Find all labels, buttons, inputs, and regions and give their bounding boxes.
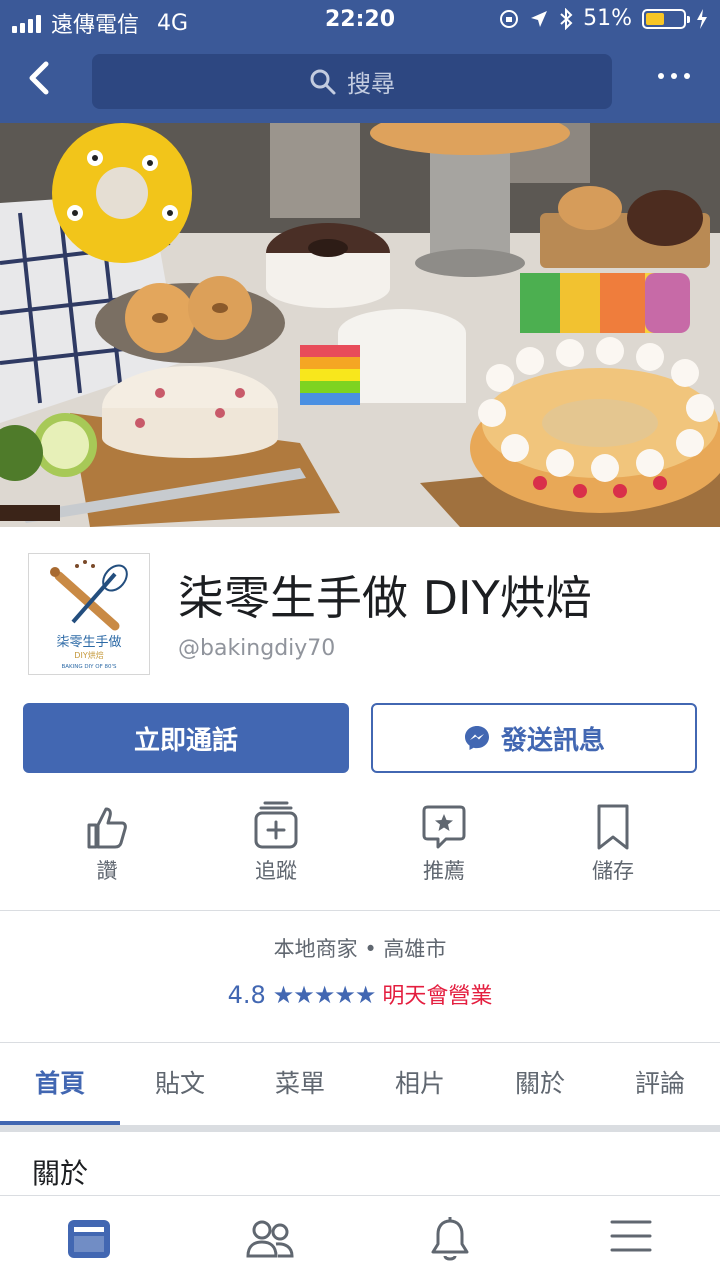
friends-icon bbox=[246, 1220, 294, 1258]
menu-tab[interactable] bbox=[603, 1216, 659, 1264]
tab-menu[interactable]: 菜單 bbox=[240, 1043, 360, 1125]
battery-percent: 51% bbox=[583, 6, 632, 31]
bookmark-icon bbox=[597, 804, 629, 850]
recommend-button[interactable]: 推薦 bbox=[384, 795, 504, 885]
page-category-location: 本地商家 • 高雄市 bbox=[0, 933, 720, 963]
category-label: 本地商家 bbox=[273, 937, 358, 961]
follow-button[interactable]: 追蹤 bbox=[216, 795, 336, 885]
send-message-label: 發送訊息 bbox=[500, 725, 605, 756]
tab-home[interactable]: 首頁 bbox=[0, 1043, 120, 1125]
cover-photo[interactable] bbox=[0, 123, 720, 527]
thumbs-up-icon bbox=[87, 807, 127, 849]
search-input[interactable]: 搜尋 bbox=[92, 54, 612, 109]
svg-text:BAKING DIY OF 80'S: BAKING DIY OF 80'S bbox=[61, 664, 117, 670]
friends-tab[interactable] bbox=[242, 1216, 298, 1264]
rating-row[interactable]: 4.8 ★★★★★ 明天會營業 bbox=[0, 978, 720, 1010]
chevron-left-icon bbox=[29, 61, 49, 95]
tab-posts[interactable]: 貼文 bbox=[120, 1043, 240, 1125]
notifications-bell-icon bbox=[431, 1217, 469, 1261]
star-rating-icon: ★★★★★ bbox=[272, 981, 377, 1009]
recommend-icon bbox=[422, 805, 466, 849]
divider bbox=[0, 910, 720, 911]
bluetooth-icon bbox=[560, 7, 573, 30]
hours-status: 明天會營業 bbox=[382, 984, 493, 1009]
rating-value: 4.8 bbox=[227, 981, 266, 1009]
location-arrow-icon bbox=[531, 10, 548, 27]
dot-separator: • bbox=[364, 937, 384, 961]
page-username: @bakingdiy70 bbox=[178, 636, 336, 661]
send-message-button[interactable]: 發送訊息 bbox=[371, 703, 697, 773]
menu-hamburger-icon bbox=[610, 1220, 652, 1252]
page-title: 柒零生手做 DIY烘焙 bbox=[178, 571, 592, 625]
news-feed-icon bbox=[68, 1220, 110, 1258]
notifications-tab[interactable] bbox=[422, 1216, 478, 1264]
save-label: 儲存 bbox=[592, 859, 634, 883]
tab-about[interactable]: 關於 bbox=[480, 1043, 600, 1125]
like-label: 讚 bbox=[96, 859, 118, 883]
orientation-lock-icon bbox=[500, 9, 519, 28]
follow-label: 追蹤 bbox=[255, 859, 297, 883]
city-label: 高雄市 bbox=[383, 937, 447, 961]
svg-text:柒零生手做: 柒零生手做 bbox=[56, 635, 121, 650]
top-navigation-bar: 搜尋 bbox=[0, 40, 720, 123]
bakery-logo: 柒零生手做 DIY烘焙 BAKING DIY OF 80'S bbox=[50, 560, 128, 670]
recommend-label: 推薦 bbox=[423, 859, 465, 883]
call-now-button[interactable]: 立即通話 bbox=[23, 703, 349, 773]
back-button[interactable] bbox=[18, 56, 62, 100]
follow-icon bbox=[254, 801, 298, 849]
news-feed-tab[interactable] bbox=[61, 1216, 117, 1264]
save-button[interactable]: 儲存 bbox=[553, 795, 673, 885]
svg-text:DIY烘焙: DIY烘焙 bbox=[74, 650, 103, 660]
battery-icon bbox=[642, 8, 690, 29]
charging-bolt-icon bbox=[697, 8, 707, 29]
search-placeholder: 搜尋 bbox=[347, 70, 395, 98]
search-icon bbox=[310, 69, 336, 94]
messenger-icon bbox=[464, 726, 489, 750]
tab-divider bbox=[0, 1125, 720, 1132]
more-options-button[interactable] bbox=[658, 73, 690, 79]
tab-photos[interactable]: 相片 bbox=[360, 1043, 480, 1125]
cover-photo-illustration bbox=[0, 123, 720, 527]
like-button[interactable]: 讚 bbox=[47, 795, 167, 885]
status-bar: 遠傳電信 4G 22:20 51% bbox=[0, 0, 720, 40]
about-section-title: 關於 bbox=[32, 1157, 89, 1190]
tab-reviews[interactable]: 評論 bbox=[600, 1043, 720, 1125]
bottom-tab-bar bbox=[0, 1195, 720, 1281]
page-tabs: 首頁 貼文 菜單 相片 關於 評論 bbox=[0, 1043, 720, 1125]
profile-picture[interactable]: 柒零生手做 DIY烘焙 BAKING DIY OF 80'S bbox=[28, 553, 150, 675]
